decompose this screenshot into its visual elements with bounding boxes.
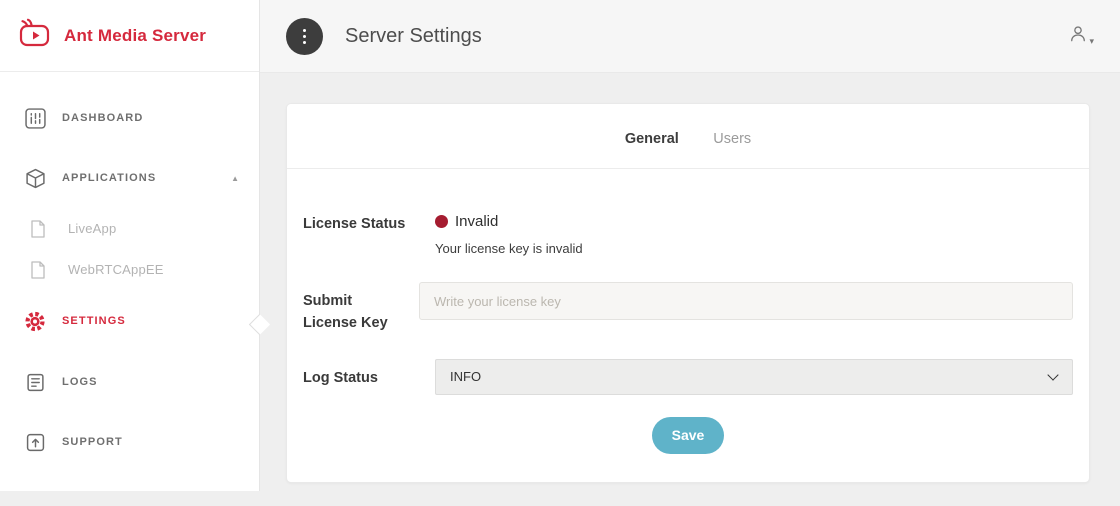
kebab-dot (303, 35, 306, 38)
page-title: Server Settings (345, 25, 1068, 48)
license-status-row: License Status Invalid Your license key … (303, 213, 1073, 256)
kebab-dot (303, 41, 306, 44)
license-status-label: License Status (303, 213, 411, 235)
tab-general[interactable]: General (625, 131, 679, 147)
sidebar: Ant Media Server DASHBOARD APPLICATIONS … (0, 0, 260, 491)
sidebar-toggle-button[interactable] (286, 18, 323, 55)
sidebar-item-support[interactable]: SUPPORT (0, 412, 259, 472)
content-area: General Users License Status Invalid You… (260, 73, 1120, 506)
log-status-row: Log Status INFO (303, 359, 1073, 395)
license-status-description: Your license key is invalid (435, 241, 1073, 256)
applications-icon (24, 168, 46, 189)
tab-users[interactable]: Users (713, 131, 751, 147)
dashboard-icon (24, 108, 46, 129)
log-status-col: INFO (435, 359, 1073, 395)
top-header: Server Settings ▾ (260, 0, 1120, 73)
main-area: Server Settings ▾ General Users License … (260, 0, 1120, 491)
tab-bar: General Users (287, 104, 1089, 169)
sidebar-item-label: WebRTCAppEE (68, 262, 164, 277)
file-icon (27, 261, 49, 279)
sidebar-item-label: APPLICATIONS (62, 172, 156, 184)
user-menu-button[interactable]: ▾ (1068, 24, 1094, 49)
file-icon (27, 220, 49, 238)
server-settings-form: License Status Invalid Your license key … (287, 169, 1089, 454)
kebab-dot (303, 29, 306, 32)
log-status-select[interactable]: INFO (435, 359, 1073, 395)
license-status-value: Invalid (455, 213, 498, 230)
license-key-label: Submit License Key (303, 282, 395, 335)
sidebar-item-label: SETTINGS (62, 315, 126, 327)
settings-card: General Users License Status Invalid You… (286, 103, 1090, 483)
license-status-line: Invalid (435, 213, 1073, 230)
license-key-row: Submit License Key (303, 282, 1073, 335)
sidebar-item-logs[interactable]: LOGS (0, 352, 259, 412)
sidebar-item-label: DASHBOARD (62, 112, 143, 124)
license-key-input[interactable] (419, 282, 1073, 320)
sidebar-item-webrtcappee[interactable]: WebRTCAppEE (0, 249, 259, 290)
status-dot-icon (435, 215, 448, 228)
save-button[interactable]: Save (652, 417, 725, 454)
brand-logo[interactable]: Ant Media Server (0, 0, 259, 72)
logs-icon (24, 373, 46, 392)
sidebar-item-dashboard[interactable]: DASHBOARD (0, 88, 259, 148)
collapse-caret-icon[interactable]: ▲ (231, 174, 239, 183)
ant-media-logo-icon (18, 18, 54, 53)
license-key-col (419, 282, 1073, 320)
sidebar-item-label: LiveApp (68, 221, 116, 236)
sidebar-item-label: LOGS (62, 376, 98, 388)
sidebar-item-label: SUPPORT (62, 436, 123, 448)
user-icon (1068, 24, 1088, 49)
sidebar-item-applications[interactable]: APPLICATIONS ▲ (0, 148, 259, 208)
sidebar-item-liveapp[interactable]: LiveApp (0, 208, 259, 249)
sidebar-nav: DASHBOARD APPLICATIONS ▲ LiveApp (0, 72, 259, 472)
chevron-down-icon: ▾ (1089, 36, 1094, 49)
sidebar-item-settings[interactable]: SETTINGS (0, 290, 259, 352)
log-status-select-wrap: INFO (435, 359, 1073, 395)
support-icon (24, 433, 46, 452)
log-status-label: Log Status (303, 359, 411, 389)
license-status-value-col: Invalid Your license key is invalid (435, 213, 1073, 256)
gear-icon (24, 310, 46, 333)
brand-name: Ant Media Server (64, 26, 206, 46)
